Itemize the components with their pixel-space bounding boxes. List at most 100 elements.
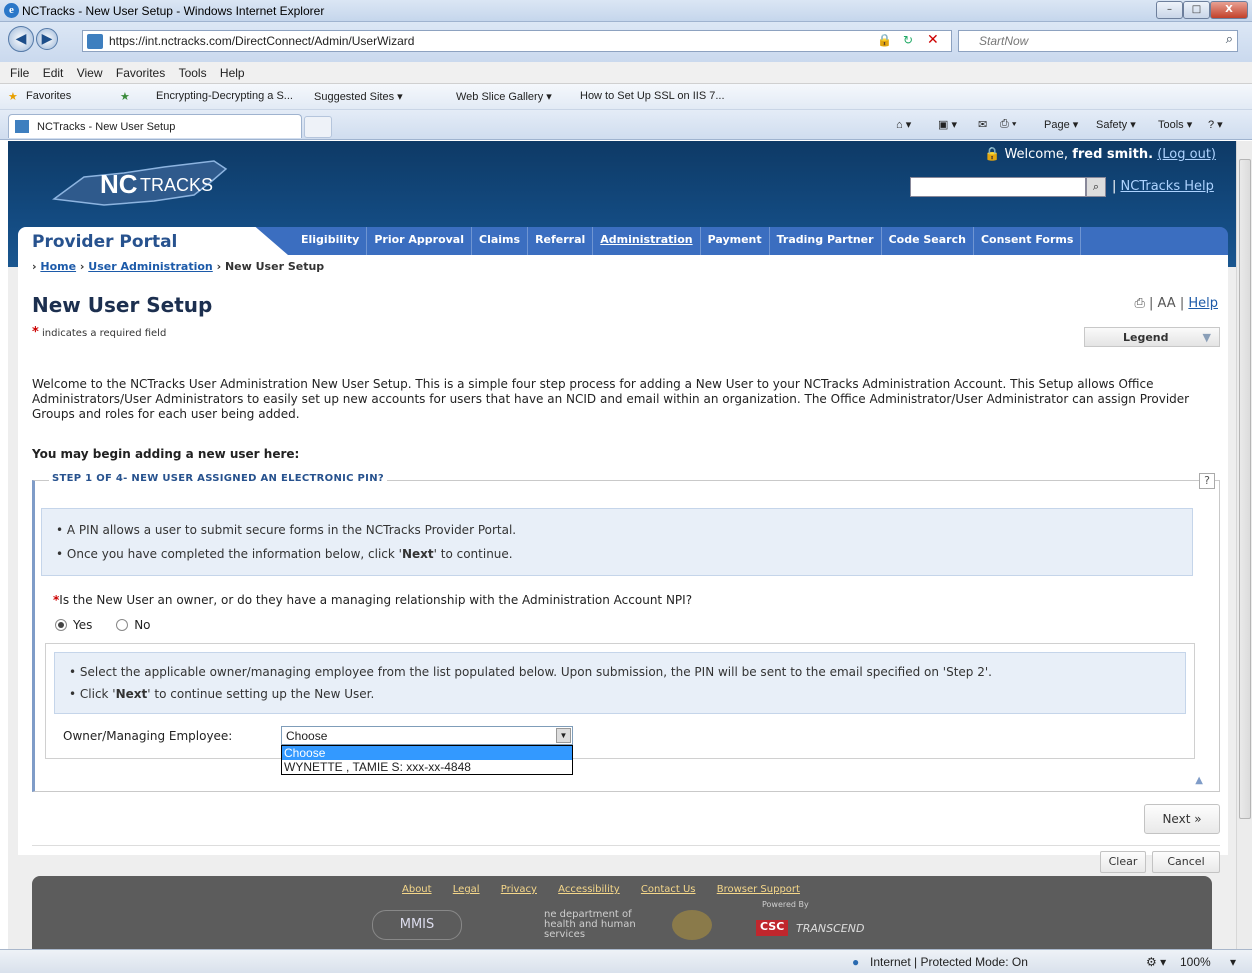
nctracks-help-link[interactable]: NCTracks Help [1121, 179, 1214, 194]
print-page-icon[interactable]: ⎙ [1134, 296, 1144, 311]
fav-link-webslice[interactable]: Web Slice Gallery ▾ [456, 90, 552, 103]
step-help-button[interactable]: ? [1199, 473, 1215, 489]
lock-icon[interactable]: 🔒 [877, 33, 892, 47]
menu-tools[interactable]: Tools [179, 66, 207, 80]
radio-yes-label: Yes [73, 618, 93, 632]
owner-info-box: • Select the applicable owner/managing e… [54, 652, 1186, 714]
nctracks-help: | NCTracks Help [1112, 179, 1214, 194]
breadcrumb-user-admin[interactable]: User Administration [88, 260, 213, 273]
browser-tab[interactable]: NCTracks - New User Setup [8, 114, 302, 138]
nav-payment[interactable]: Payment [701, 227, 770, 255]
safety-menu[interactable]: Safety ▾ [1096, 118, 1136, 131]
menu-view[interactable]: View [77, 66, 103, 80]
svg-text:NC: NC [100, 169, 138, 199]
menu-favorites[interactable]: Favorites [116, 66, 165, 80]
favorites-bar: ★ Favorites ★ Encrypting-Decrypting a S.… [0, 84, 1252, 110]
option-choose[interactable]: Choose [282, 746, 572, 760]
footer-privacy[interactable]: Privacy [501, 884, 537, 895]
portal-title-tab: Provider Portal [18, 227, 288, 255]
dropdown-arrow-icon[interactable]: ▼ [556, 728, 571, 743]
refresh-icon[interactable]: ↻ [903, 33, 913, 47]
fav-link-encrypting[interactable]: Encrypting-Decrypting a S... [156, 90, 293, 102]
footer-about[interactable]: About [402, 884, 432, 895]
page-scrollbar[interactable] [1236, 141, 1252, 949]
nav-prior-approval[interactable]: Prior Approval [367, 227, 473, 255]
menu-bar: File Edit View Favorites Tools Help [0, 62, 1252, 84]
search-input[interactable]: StartNow ⌕ [958, 30, 1238, 52]
radio-no[interactable] [116, 619, 129, 631]
close-window-button[interactable]: X [1210, 1, 1248, 19]
site-search-button[interactable]: ⌕ [1086, 177, 1106, 197]
nav-consent-forms[interactable]: Consent Forms [974, 227, 1082, 255]
page-tools: ⎙ | AA | Help [1134, 296, 1218, 311]
nav-trading-partner[interactable]: Trading Partner [770, 227, 882, 255]
minimize-button[interactable]: – [1156, 1, 1183, 19]
owner-info-2-post: ' to continue setting up the New User. [147, 687, 375, 701]
portal-title: Provider Portal [32, 232, 178, 252]
mmis-logo: MMIS [372, 910, 462, 940]
footer-accessibility[interactable]: Accessibility [558, 884, 620, 895]
site-search-input[interactable] [910, 177, 1086, 197]
mail-icon[interactable]: ✉ [978, 118, 987, 131]
nav-administration[interactable]: Administration [593, 227, 701, 255]
owner-employee-value: Choose [286, 729, 328, 743]
fav-link-suggested[interactable]: Suggested Sites ▾ [314, 90, 403, 103]
favorites-star-icon: ★ [8, 91, 18, 103]
page-help-link[interactable]: Help [1188, 296, 1218, 311]
chevron-down-icon: ▼ [1202, 331, 1211, 344]
feeds-icon[interactable]: ▣ ▾ [938, 118, 957, 131]
home-icon[interactable]: ⌂ ▾ [896, 118, 911, 131]
page-viewport: NC TRACKS 🔒 Welcome, fred smith. (Log ou… [8, 141, 1236, 949]
zoom-level[interactable]: 100% [1180, 955, 1211, 969]
owner-question: *Is the New User an owner, or do they ha… [53, 593, 692, 607]
help-icon[interactable]: ? ▾ [1208, 118, 1223, 131]
window-title: NCTracks - New User Setup - Windows Inte… [22, 4, 325, 18]
menu-help[interactable]: Help [220, 66, 245, 80]
search-icon[interactable]: ⌕ [1226, 32, 1233, 47]
divider [32, 845, 1220, 846]
cancel-button[interactable]: Cancel [1152, 851, 1220, 873]
radio-no-label: No [134, 618, 151, 632]
owner-info-2-bold: Next [115, 687, 148, 701]
welcome-prefix: Welcome, [1004, 147, 1069, 162]
favorites-button[interactable]: Favorites [26, 90, 71, 102]
next-button[interactable]: Next » [1144, 804, 1220, 834]
option-wynette[interactable]: WYNETTE , TAMIE S: xxx-xx-4848 [282, 760, 572, 774]
footer-browser-support[interactable]: Browser Support [717, 884, 800, 895]
print-icon[interactable]: ⎙ ▾ [1000, 118, 1016, 131]
new-tab-button[interactable] [304, 116, 332, 138]
stop-icon[interactable]: ✕ [927, 32, 939, 48]
security-zone[interactable]: Internet | Protected Mode: On [870, 955, 1028, 969]
window-titlebar: e NCTracks - New User Setup - Windows In… [0, 0, 1252, 22]
protected-mode-icon[interactable]: ⚙ ▾ [1146, 955, 1166, 969]
zoom-dropdown-icon[interactable]: ▾ [1230, 955, 1236, 969]
address-field[interactable]: https://int.nctracks.com/DirectConnect/A… [82, 30, 952, 52]
forward-icon[interactable]: ▶ [36, 28, 58, 50]
legend-dropdown[interactable]: Legend ▼ [1084, 327, 1220, 347]
back-to-top-icon[interactable]: ▲ [1195, 775, 1203, 786]
nav-eligibility[interactable]: Eligibility [294, 227, 368, 255]
owner-employee-select[interactable]: Choose ▼ [281, 726, 573, 745]
clear-button[interactable]: Clear [1100, 851, 1146, 873]
footer-contact[interactable]: Contact Us [641, 884, 696, 895]
text-size-button[interactable]: AA [1158, 296, 1176, 311]
menu-edit[interactable]: Edit [43, 66, 64, 80]
radio-yes[interactable] [55, 619, 67, 631]
page-menu[interactable]: Page ▾ [1044, 118, 1078, 131]
owner-question-text: Is the New User an owner, or do they hav… [59, 593, 693, 607]
add-favorite-icon[interactable]: ★ [120, 90, 130, 103]
nav-claims[interactable]: Claims [472, 227, 529, 255]
nav-code-search[interactable]: Code Search [882, 227, 974, 255]
fav-link-ssl[interactable]: How to Set Up SSL on IIS 7... [580, 90, 725, 102]
scrollbar-thumb[interactable] [1239, 159, 1251, 819]
footer-legal[interactable]: Legal [453, 884, 480, 895]
dhhs-logo: ne department of health and human servic… [544, 909, 636, 940]
maximize-button[interactable]: □ [1183, 1, 1210, 19]
breadcrumb-home[interactable]: Home [40, 260, 76, 273]
logout-link[interactable]: (Log out) [1157, 147, 1216, 162]
menu-file[interactable]: File [10, 66, 29, 80]
required-note-text: indicates a required field [42, 328, 167, 339]
nav-referral[interactable]: Referral [528, 227, 594, 255]
back-icon[interactable]: ◀ [8, 26, 34, 52]
tools-menu[interactable]: Tools ▾ [1158, 118, 1192, 131]
